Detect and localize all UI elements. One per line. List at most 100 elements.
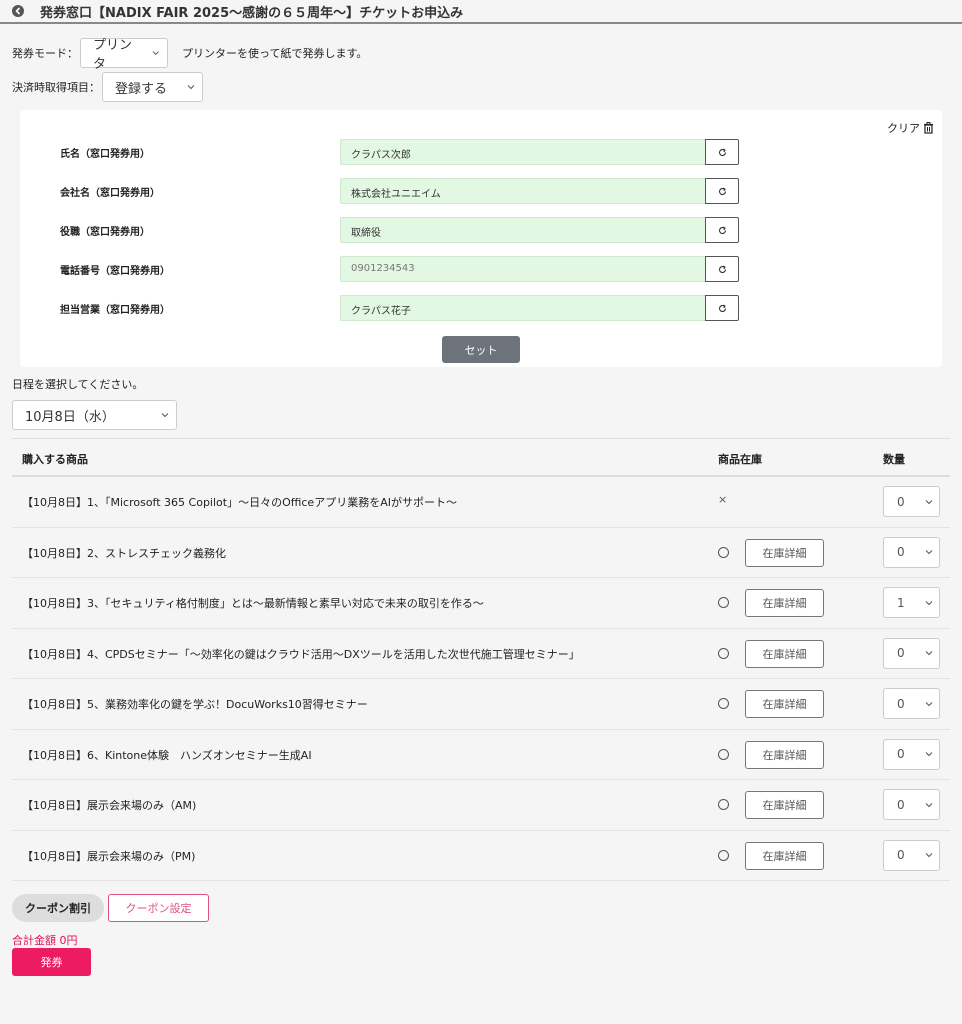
header-stock: 商品在庫 bbox=[718, 453, 762, 466]
issue-mode-value: プリンタ bbox=[93, 38, 133, 72]
sales-input[interactable]: クラパス花子 bbox=[340, 295, 706, 321]
quantity-value: 0 bbox=[897, 747, 905, 761]
phone-label: 電話番号（窓口発券用） bbox=[60, 266, 170, 277]
stock-detail-button[interactable]: 在庫詳細 bbox=[745, 791, 824, 819]
table-row: 【10月8日】1、「Microsoft 365 Copilot」～日々のOffi… bbox=[12, 477, 950, 528]
table-row: 【10月8日】6、Kintone体験 ハンズオンセミナー生成AI 在庫詳細 0 bbox=[12, 730, 950, 780]
quantity-value: 0 bbox=[897, 696, 905, 711]
quantity-select[interactable]: 0 bbox=[883, 486, 940, 517]
product-name: 【10月8日】展示会来場のみ（AM) bbox=[22, 799, 197, 812]
chevron-down-icon bbox=[925, 550, 933, 555]
quantity-select[interactable]: 1 bbox=[883, 587, 940, 618]
quantity-value: 0 bbox=[897, 797, 905, 812]
payment-row: 決済時取得項目： 登録する bbox=[12, 72, 203, 102]
quantity-select[interactable]: 0 bbox=[883, 637, 940, 669]
set-button[interactable]: セット bbox=[442, 336, 520, 363]
form-row-position: 役職（窓口発券用） 取締役 bbox=[20, 217, 942, 243]
product-name: 【10月8日】展示会来場のみ（PM) bbox=[22, 849, 196, 863]
quantity-value: 0 bbox=[897, 545, 905, 559]
clear-button[interactable]: クリア bbox=[887, 120, 934, 136]
stock-available-icon bbox=[718, 647, 729, 659]
sales-reload-button[interactable] bbox=[705, 295, 739, 321]
chevron-down-icon bbox=[925, 752, 933, 757]
issue-ticket-button[interactable]: 発券 bbox=[12, 948, 91, 976]
clear-label: クリア bbox=[887, 122, 920, 135]
customer-form-panel: クリア 氏名（窓口発券用） クラパス次郎 会社名（窓口発券用） 株式会社ユニエイ… bbox=[20, 110, 942, 367]
payment-select[interactable]: 登録する bbox=[102, 72, 203, 102]
coupon-discount-tag: クーポン割引 bbox=[12, 894, 104, 922]
refresh-icon bbox=[718, 148, 726, 156]
position-input[interactable]: 取締役 bbox=[340, 217, 706, 243]
stock-status: × bbox=[718, 493, 728, 506]
chevron-down-icon bbox=[161, 413, 169, 418]
stock-detail-button[interactable]: 在庫詳細 bbox=[745, 538, 824, 567]
stock-available-icon bbox=[718, 546, 729, 558]
quantity-select[interactable]: 0 bbox=[883, 789, 940, 820]
refresh-icon bbox=[718, 187, 726, 195]
stock-detail-button[interactable]: 在庫詳細 bbox=[745, 690, 824, 718]
table-row: 【10月8日】3、「セキュリティ格付制度」とは～最新情報と素早い対応で未来の取引… bbox=[12, 578, 950, 629]
sales-label: 担当営業（窓口発券用） bbox=[60, 305, 170, 316]
form-row-name: 氏名（窓口発券用） クラパス次郎 bbox=[20, 139, 942, 165]
phone-input[interactable]: 0901234543 bbox=[340, 256, 706, 282]
quantity-value: 1 bbox=[897, 595, 905, 610]
stock-available-icon bbox=[718, 849, 729, 861]
trash-icon bbox=[924, 122, 933, 134]
coupon-settings-button[interactable]: クーポン設定 bbox=[108, 894, 209, 922]
chevron-down-icon bbox=[187, 85, 195, 90]
stock-available-icon bbox=[718, 597, 729, 608]
issue-mode-select[interactable]: プリンタ bbox=[80, 38, 168, 72]
page-title: 発券窓口【NADIX FAIR 2025～感謝の６５周年～】チケットお申込み bbox=[40, 5, 464, 21]
payment-value: 登録する bbox=[115, 81, 168, 97]
chevron-down-icon bbox=[153, 51, 160, 56]
chevron-down-icon bbox=[925, 701, 933, 706]
issue-mode-note: プリンターを使って紙で発券します。 bbox=[182, 47, 368, 60]
table-row: 【10月8日】4、CPDSセミナー「～効率化の鍵はクラウド活用～DXツールを活用… bbox=[12, 629, 950, 679]
product-table: 購入する商品 商品在庫 数量 【10月8日】1、「Microsoft 365 C… bbox=[12, 438, 950, 881]
issue-mode-label: 発券モード： bbox=[12, 47, 78, 60]
name-label: 氏名（窓口発券用） bbox=[60, 149, 150, 160]
schedule-label: 日程を選択してください。 bbox=[12, 378, 144, 391]
product-name: 【10月8日】4、CPDSセミナー「～効率化の鍵はクラウド活用～DXツールを活用… bbox=[22, 647, 580, 661]
table-row: 【10月8日】展示会来場のみ（AM) 在庫詳細 0 bbox=[12, 780, 950, 831]
refresh-icon bbox=[718, 265, 726, 273]
stock-available-icon bbox=[718, 748, 729, 760]
total-amount: 合計金額 0円 bbox=[12, 934, 78, 947]
stock-available-icon bbox=[718, 799, 729, 810]
phone-reload-button[interactable] bbox=[705, 256, 739, 282]
issue-mode-row: 発券モード： プリンタ プリンターを使って紙で発券します。 bbox=[12, 38, 368, 72]
position-label: 役職（窓口発券用） bbox=[60, 227, 150, 238]
stock-detail-button[interactable]: 在庫詳細 bbox=[745, 639, 824, 668]
header-product: 購入する商品 bbox=[22, 453, 88, 466]
quantity-select[interactable]: 0 bbox=[883, 688, 940, 719]
name-reload-button[interactable] bbox=[705, 139, 739, 165]
company-label: 会社名（窓口発券用） bbox=[60, 188, 160, 199]
quantity-value: 0 bbox=[897, 494, 905, 509]
stock-detail-button[interactable]: 在庫詳細 bbox=[745, 589, 824, 617]
position-reload-button[interactable] bbox=[705, 217, 739, 243]
quantity-select[interactable]: 0 bbox=[883, 536, 940, 568]
quantity-value: 0 bbox=[897, 848, 905, 862]
stock-available-icon bbox=[718, 698, 729, 709]
stock-detail-button[interactable]: 在庫詳細 bbox=[745, 841, 824, 870]
schedule-value: 10月8日（水） bbox=[25, 409, 115, 425]
back-icon[interactable] bbox=[12, 5, 24, 17]
stock-detail-button[interactable]: 在庫詳細 bbox=[745, 740, 824, 769]
quantity-select[interactable]: 0 bbox=[883, 738, 940, 770]
product-name: 【10月8日】6、Kintone体験 ハンズオンセミナー生成AI bbox=[22, 748, 312, 762]
name-input[interactable]: クラパス次郎 bbox=[340, 139, 706, 165]
payment-label: 決済時取得項目： bbox=[12, 81, 100, 94]
product-name: 【10月8日】3、「セキュリティ格付制度」とは～最新情報と素早い対応で未来の取引… bbox=[22, 597, 484, 610]
table-header: 購入する商品 商品在庫 数量 bbox=[12, 438, 950, 477]
form-row-phone: 電話番号（窓口発券用） 0901234543 bbox=[20, 256, 942, 282]
company-input[interactable]: 株式会社ユニエイム bbox=[340, 178, 706, 204]
table-row: 【10月8日】5、業務効率化の鍵を学ぶ！DocuWorks10習得セミナー 在庫… bbox=[12, 679, 950, 730]
table-row: 【10月8日】2、ストレスチェック義務化 在庫詳細 0 bbox=[12, 528, 950, 578]
table-row: 【10月8日】展示会来場のみ（PM) 在庫詳細 0 bbox=[12, 831, 950, 881]
schedule-select[interactable]: 10月8日（水） bbox=[12, 400, 177, 430]
refresh-icon bbox=[718, 226, 726, 234]
company-reload-button[interactable] bbox=[705, 178, 739, 204]
chevron-down-icon bbox=[925, 600, 933, 605]
quantity-select[interactable]: 0 bbox=[883, 839, 940, 871]
title-bar: 発券窓口【NADIX FAIR 2025～感謝の６５周年～】チケットお申込み bbox=[0, 0, 962, 24]
